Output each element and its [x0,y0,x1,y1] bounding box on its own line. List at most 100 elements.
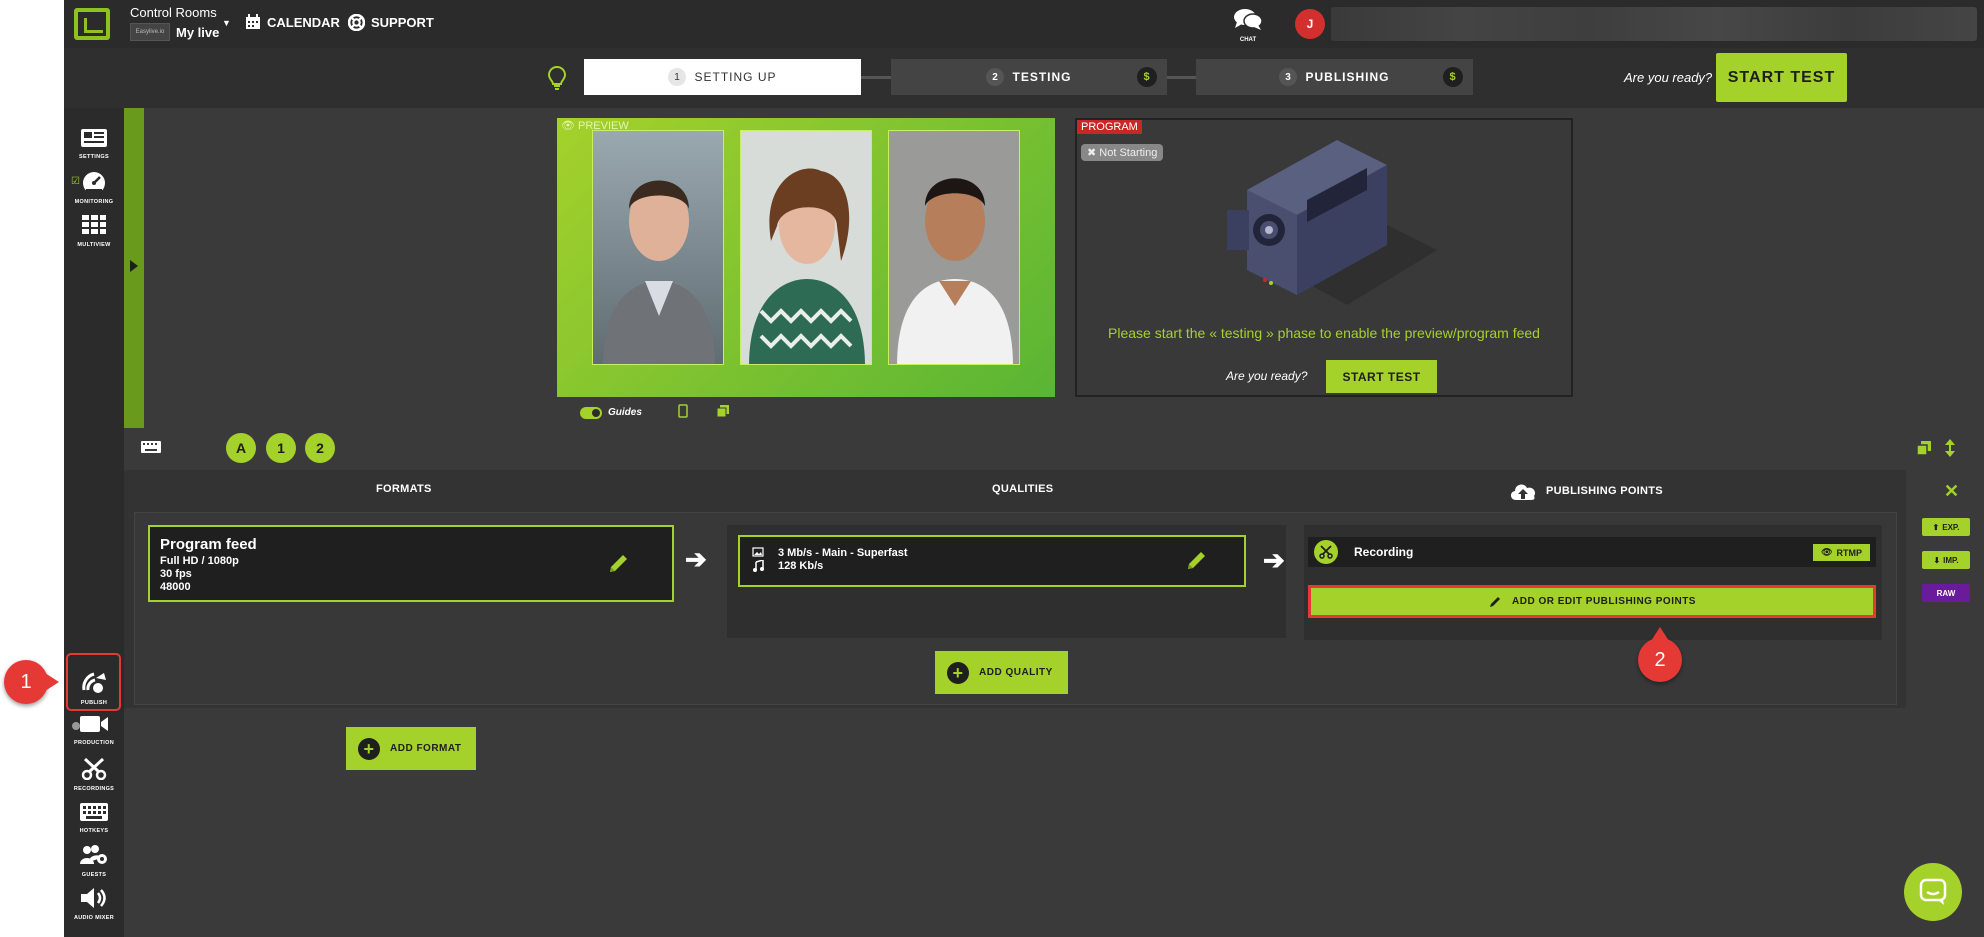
program-label: PROGRAM [1077,120,1142,134]
start-test-button[interactable]: START TEST [1716,53,1847,102]
sidebar-item-audio-mixer[interactable]: AUDIO MIXER [64,887,124,921]
control-rooms-title[interactable]: Control Rooms [130,5,217,20]
lightbulb-icon[interactable] [547,65,567,95]
format-card[interactable]: Program feed Full HD / 1080p 30 fps 4800… [148,525,674,602]
add-edit-publishing-points-button[interactable]: ADD OR EDIT PUBLISHING POINTS [1308,585,1876,618]
chevron-down-icon[interactable]: ▼ [222,18,231,28]
guest-video-2[interactable] [740,130,872,365]
guides-toggle[interactable] [580,406,602,419]
publishing-points-header: PUBLISHING POINTS [1508,480,1663,502]
live-name: My live [176,24,220,40]
cloud-upload-icon [1510,484,1536,500]
export-button[interactable]: ⬆ EXP. [1922,518,1970,536]
sidebar-label: PRODUCTION [74,740,114,746]
shortcut-2[interactable]: 2 [305,433,335,463]
user-avatar[interactable]: J [1295,9,1325,39]
sidebar-item-recordings[interactable]: RECORDINGS [64,757,124,792]
dollar-icon: $ [1137,67,1157,87]
add-format-button[interactable]: + ADD FORMAT [346,727,476,770]
sidebar-item-production[interactable]: PRODUCTION [64,714,124,746]
step2-label: TESTING [1012,70,1072,84]
step-connector [1167,76,1196,79]
sidebar-item-guests[interactable]: GUESTS [64,844,124,878]
nav-support[interactable]: SUPPORT [348,14,434,31]
sidebar-item-monitoring[interactable]: MONITORING [64,171,124,205]
add-quality-button[interactable]: + ADD QUALITY [935,651,1068,694]
eye-icon: 👁 [1821,547,1833,557]
shortcut-1[interactable]: 1 [266,433,296,463]
keyboard-icon[interactable] [140,440,162,459]
redacted-area [1331,7,1977,41]
step-testing[interactable]: 2 TESTING $ [891,59,1167,95]
shortcut-a[interactable]: A [226,433,256,463]
step1-number: 1 [668,68,687,86]
raw-button[interactable]: RAW [1922,584,1970,602]
collapse-panel-handle[interactable] [124,108,144,428]
quality-video: 3 Mb/s - Main - Superfast [778,547,908,559]
rtmp-badge[interactable]: 👁 RTMP [1813,544,1870,561]
status-text: Not Starting [1099,147,1158,159]
sidebar-label: MULTIVIEW [77,242,111,248]
sidebar-label: GUESTS [81,872,107,878]
top-bar: Control Rooms Easylive.io My live ▼ CALE… [64,0,1984,48]
copy-icon[interactable] [1916,440,1932,461]
pencil-icon [1490,596,1501,607]
add-quality-label: ADD QUALITY [979,667,1053,678]
import-button[interactable]: ⬇ IMP. [1922,551,1970,569]
sidebar-label: SETTINGS [79,154,109,160]
close-icon: ✖ [1087,147,1097,159]
step2-number: 2 [986,68,1005,86]
nav-calendar[interactable]: CALENDAR [245,14,340,30]
pencil-icon[interactable] [1184,549,1208,573]
app-logo[interactable] [74,8,110,40]
keyboard-icon [80,803,108,821]
preview-feed: 👁 PREVIEW [557,118,1055,397]
music-icon [753,560,764,572]
quality-card[interactable]: 3 Mb/s - Main - Superfast 128 Kb/s [738,535,1246,587]
publishing-points-label: PUBLISHING POINTS [1546,485,1663,497]
program-message: Please start the « testing » phase to en… [1108,325,1540,341]
callout-2: 2 [1638,627,1682,682]
pencil-icon[interactable] [606,552,630,576]
sidebar-item-settings[interactable]: SETTINGS [64,128,124,160]
chevron-right-icon [130,260,138,272]
format-sample-rate: 48000 [160,581,191,593]
guest-video-1[interactable] [592,130,724,365]
sidebar-item-multiview[interactable]: MULTIVIEW [64,214,124,248]
shortcut-row: A 1 2 [124,430,1984,466]
nav-support-label: SUPPORT [371,15,434,30]
duplicate-icon[interactable] [716,404,730,421]
resize-vertical-icon[interactable] [1944,438,1956,463]
eye-icon: 👁 [561,120,575,132]
guests-gear-icon [80,845,107,864]
left-sidebar: SETTINGS ☑ MONITORING MULTIVIEW PUBLISH … [64,108,124,937]
settings-icon [81,129,107,147]
sidebar-label: MONITORING [74,199,114,205]
program-start-test-button[interactable]: START TEST [1326,360,1437,393]
publishing-point-row[interactable]: Recording 👁 RTMP [1308,537,1876,567]
dollar-icon: $ [1443,67,1463,87]
upload-icon: ⬆ [1932,522,1940,532]
lifebuoy-icon [348,14,365,31]
scissors-icon [1314,540,1338,564]
mobile-icon[interactable] [678,404,688,421]
chat-button[interactable]: CHAT [1230,8,1266,43]
rtmp-label: RTMP [1836,547,1863,558]
arrow-right-icon: ➔ [1263,545,1285,575]
chat-icon [1234,9,1263,30]
live-selector[interactable]: Easylive.io My live [130,23,219,41]
sidebar-item-hotkeys[interactable]: HOTKEYS [64,802,124,834]
import-label: IMP. [1943,555,1959,565]
add-edit-label: ADD OR EDIT PUBLISHING POINTS [1512,596,1696,607]
plus-icon: + [947,661,969,684]
sidebar-label: AUDIO MIXER [74,915,114,921]
status-badge: ✖ Not Starting [1081,144,1164,161]
step-setting-up[interactable]: 1 SETTING UP [584,59,861,95]
support-chat-button[interactable] [1904,863,1962,921]
format-resolution: Full HD / 1080p [160,555,239,567]
gauge-icon [83,172,105,194]
step-publishing[interactable]: 3 PUBLISHING $ [1196,59,1473,95]
chat-label: CHAT [1239,37,1257,43]
close-icon[interactable]: ✕ [1944,481,1959,502]
guest-video-3[interactable] [888,130,1020,365]
